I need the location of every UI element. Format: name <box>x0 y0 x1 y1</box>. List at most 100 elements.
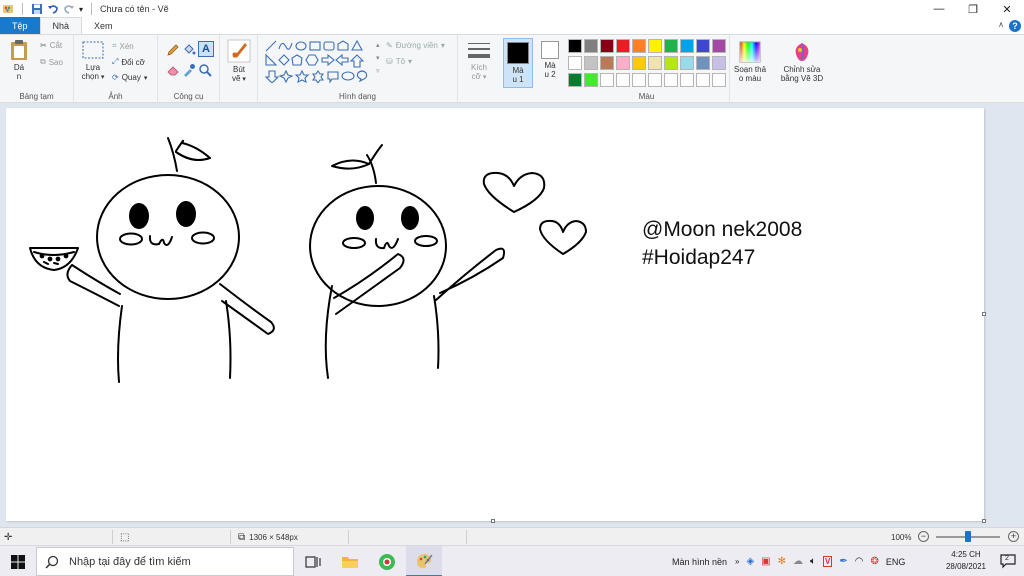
zoom-out-button[interactable]: − <box>918 531 929 542</box>
color-swatch[interactable] <box>712 39 726 53</box>
crop-button[interactable]: ⌗ Xén <box>112 41 134 51</box>
color-swatch[interactable] <box>568 39 582 53</box>
copy-button[interactable]: ⧉ Sao <box>40 57 63 67</box>
color2-button[interactable]: Mà u 2 <box>536 41 564 79</box>
zoom-slider-thumb[interactable] <box>965 531 971 542</box>
outline-button[interactable]: ✎ Đường viền ▾ <box>386 41 445 50</box>
shapes-gallery[interactable] <box>264 39 376 83</box>
color-swatch[interactable] <box>616 39 630 53</box>
close-button[interactable]: ✕ <box>990 0 1024 18</box>
clock-time: 4:25 CH <box>951 550 981 559</box>
color-swatch[interactable] <box>600 73 614 87</box>
color-swatch[interactable] <box>696 73 710 87</box>
volume-icon[interactable]: 🔈︎ <box>810 556 816 567</box>
color-swatch[interactable] <box>680 56 694 70</box>
paste-button[interactable]: Dá n <box>6 39 32 81</box>
color-swatch[interactable] <box>584 56 598 70</box>
copy-label: Sao <box>48 57 63 67</box>
magnifier-icon[interactable] <box>198 63 212 77</box>
tray-app-icon-blue[interactable]: ◈ <box>746 556 754 567</box>
paint-app-icon[interactable] <box>2 3 14 15</box>
taskbar-search-box[interactable]: Nhập tại đây để tìm kiếm <box>36 547 294 576</box>
tab-file[interactable]: Tệp <box>0 17 40 34</box>
select-button[interactable]: Lựa chọn ▾ <box>78 41 108 82</box>
color-swatch[interactable] <box>568 73 582 87</box>
redo-icon[interactable] <box>63 3 75 15</box>
color-swatch[interactable] <box>680 39 694 53</box>
collapse-ribbon-icon[interactable]: ∧ <box>998 20 1004 29</box>
color-swatch[interactable] <box>568 56 582 70</box>
fill-button[interactable]: ⛁ Tô ▾ <box>386 57 412 66</box>
tray-pen-icon[interactable]: ✒ <box>839 556 847 567</box>
clipboard-group: Dá n ✂ Cắt ⧉ Sao Bảng tạm <box>0 35 74 103</box>
color-swatch[interactable] <box>680 73 694 87</box>
color1-button[interactable]: Mà u 1 <box>503 38 533 88</box>
tray-red-app-icon[interactable]: ❂ <box>870 556 878 567</box>
color-swatch[interactable] <box>600 39 614 53</box>
paint3d-button[interactable]: Chỉnh sửa bằng Vẽ 3D <box>774 41 830 83</box>
browser-app[interactable] <box>369 546 405 576</box>
qat-dropdown-icon[interactable]: ▾ <box>79 5 83 14</box>
task-view-button[interactable] <box>295 546 331 576</box>
color-swatch[interactable] <box>600 56 614 70</box>
separator <box>91 3 93 15</box>
right-arrow-shape-icon <box>321 53 335 67</box>
start-button[interactable] <box>0 546 36 576</box>
restore-button[interactable]: ❐ <box>956 0 990 18</box>
cut-button[interactable]: ✂ Cắt <box>40 41 62 50</box>
resize-button[interactable]: ⤢ Đổi cỡ <box>112 57 145 67</box>
wifi-icon[interactable]: ◠ <box>855 556 864 567</box>
help-icon[interactable]: ? <box>1009 20 1021 32</box>
save-icon[interactable] <box>31 3 43 15</box>
tray-app-icon-orange[interactable]: ✻ <box>778 556 786 567</box>
tray-cloud-icon[interactable]: ☁ <box>793 556 803 567</box>
zoom-in-button[interactable]: + <box>1008 531 1019 542</box>
color-swatch[interactable] <box>712 73 726 87</box>
canvas-resize-handle-corner[interactable] <box>982 519 986 523</box>
clock[interactable]: 4:25 CH 28/08/2021 <box>946 549 986 573</box>
color-swatch[interactable] <box>648 39 662 53</box>
tray-app-icon-red[interactable]: ▣ <box>761 556 770 567</box>
canvas-resize-handle-bottom[interactable] <box>491 519 495 523</box>
tray-expand-icon[interactable]: » <box>735 557 739 566</box>
color-swatch[interactable] <box>696 39 710 53</box>
tab-view[interactable]: Xem <box>82 17 125 34</box>
text-tool-icon[interactable]: A <box>198 41 214 57</box>
size-button[interactable]: Kích cỡ ▾ <box>462 41 496 82</box>
canvas-resize-handle-right[interactable] <box>982 312 986 316</box>
brushes-button[interactable]: Bút vẽ ▾ <box>224 39 254 84</box>
undo-icon[interactable] <box>47 3 59 15</box>
color-picker-icon[interactable] <box>182 63 196 77</box>
color-swatch[interactable] <box>584 39 598 53</box>
color-swatch[interactable] <box>632 39 646 53</box>
shapes-scroll[interactable]: ▴ ▾ ▿ <box>376 39 380 78</box>
color-swatch[interactable] <box>632 73 646 87</box>
color-swatch[interactable] <box>648 73 662 87</box>
color-swatch[interactable] <box>616 73 630 87</box>
paint-app[interactable] <box>406 546 442 576</box>
file-explorer-app[interactable] <box>332 546 368 576</box>
color-swatch[interactable] <box>648 56 662 70</box>
color-swatch[interactable] <box>696 56 710 70</box>
tab-home[interactable]: Nhà <box>39 17 83 34</box>
pencil-icon[interactable] <box>166 43 180 57</box>
drawing-artwork <box>29 137 587 383</box>
eraser-icon[interactable] <box>166 63 180 77</box>
rotate-button[interactable]: ⟳ Quay ▾ <box>112 73 147 82</box>
desktop-toolbar[interactable]: Màn hình nền <box>672 546 727 576</box>
color-swatch[interactable] <box>616 56 630 70</box>
color-swatch[interactable] <box>632 56 646 70</box>
fill-bucket-icon[interactable] <box>182 43 196 57</box>
minimize-button[interactable]: — <box>922 0 956 18</box>
color-swatch[interactable] <box>712 56 726 70</box>
color-swatch[interactable] <box>664 39 678 53</box>
notification-center-button[interactable]: 2 <box>1000 553 1016 569</box>
color-swatch[interactable] <box>664 56 678 70</box>
color-swatch[interactable] <box>584 73 598 87</box>
language-indicator[interactable]: ENG <box>886 557 906 567</box>
desktop-label: Màn hình nền <box>672 556 728 567</box>
color-swatch[interactable] <box>664 73 678 87</box>
edit-colors-button[interactable]: Soạn thả o màu <box>730 41 770 83</box>
tray-v-icon[interactable]: V <box>823 556 833 567</box>
drawing-canvas[interactable]: @Moon nek2008 #Hoidap247 <box>6 108 984 521</box>
